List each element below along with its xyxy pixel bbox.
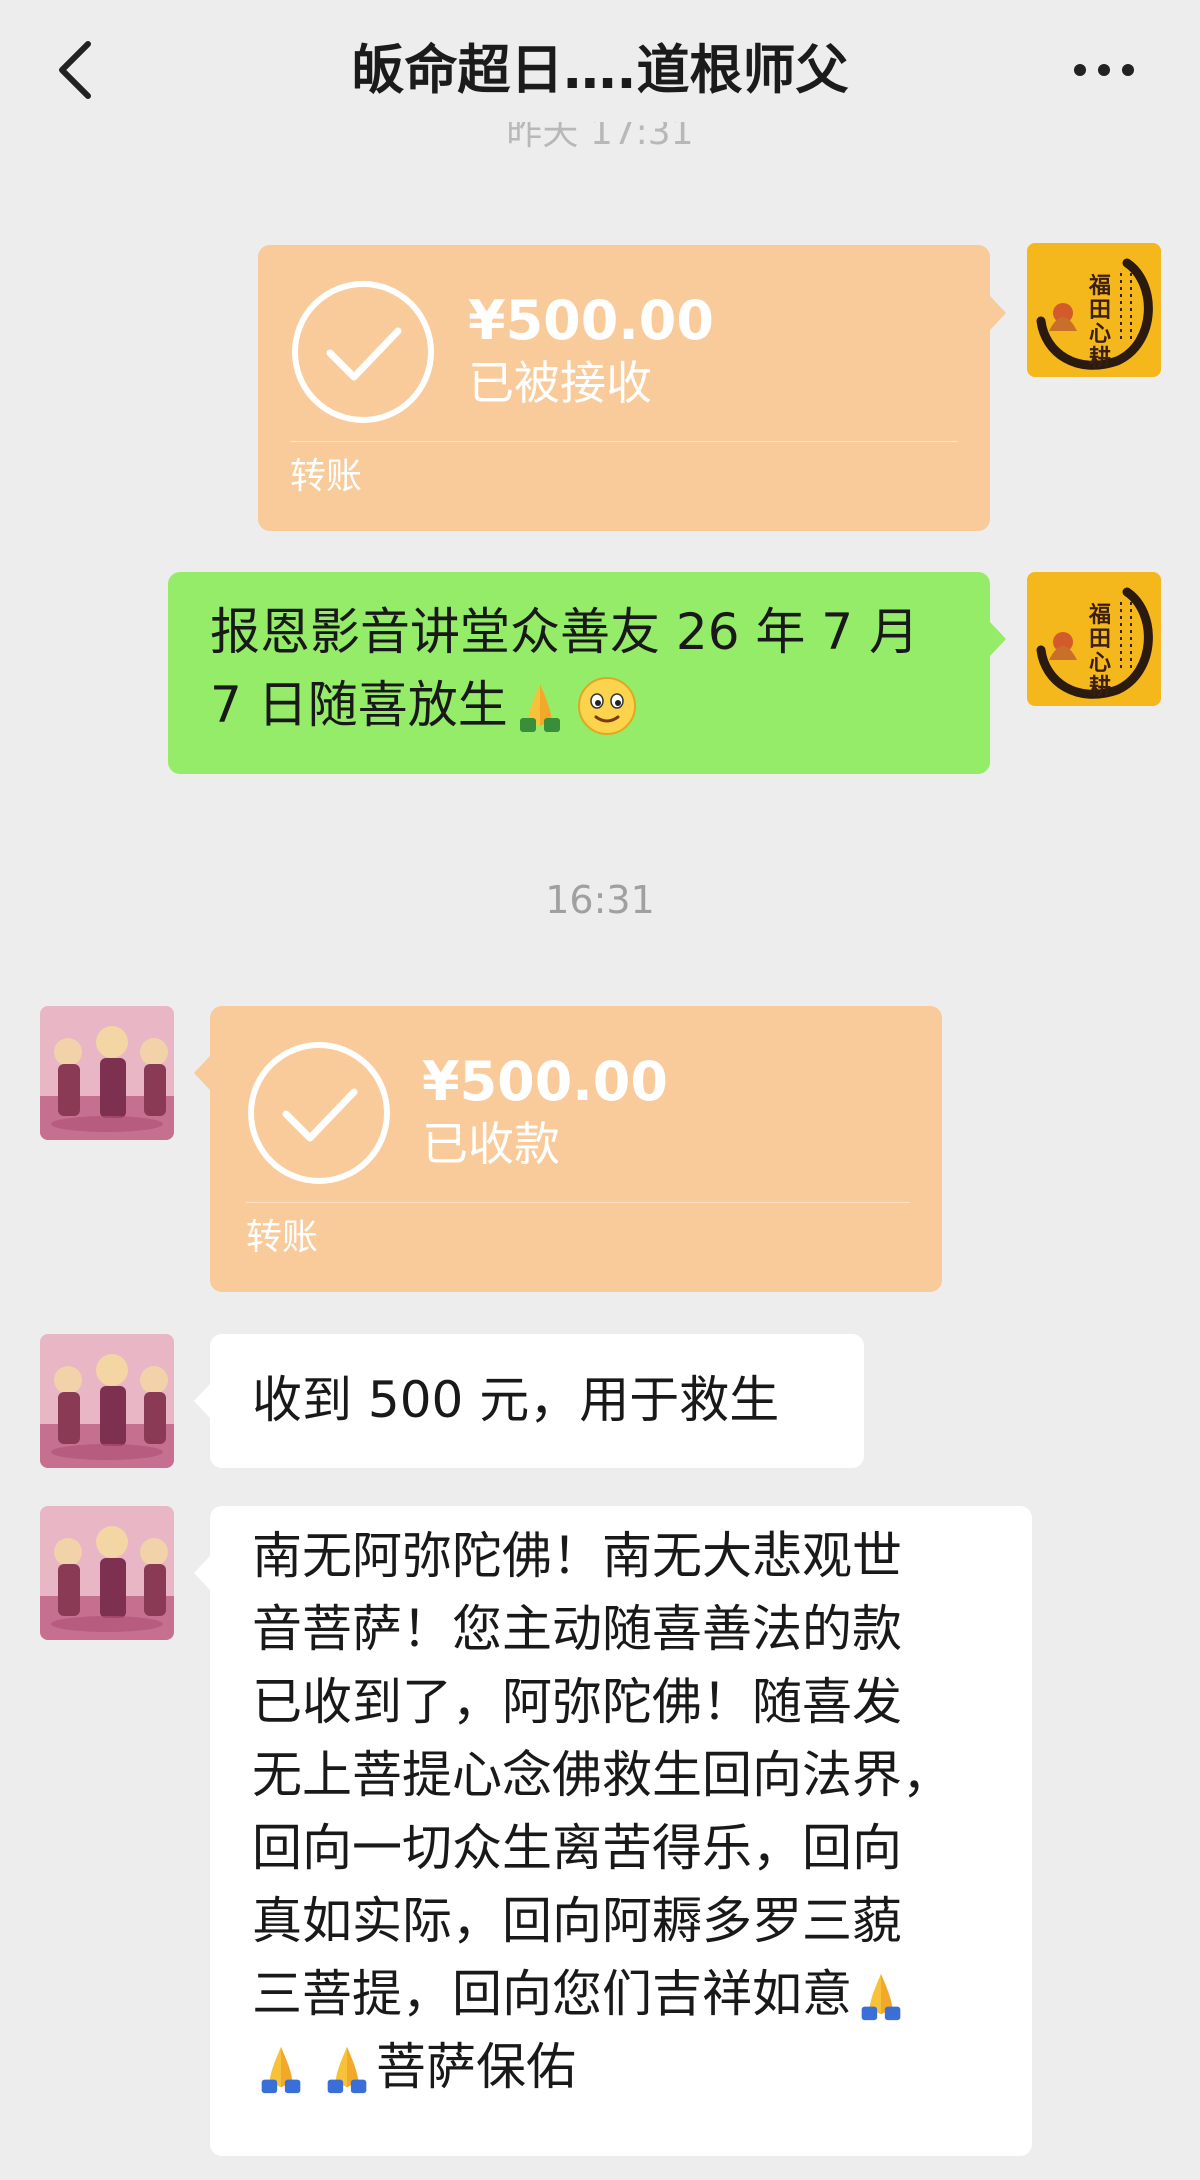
message-text-line: 7 日随喜放生 — [210, 676, 508, 734]
message-text-line: 南无阿弥陀佛！南无大悲观世 — [252, 1527, 902, 1585]
faded-timestamp: 昨天 17:31 — [506, 122, 694, 152]
folded-hands-emoji-icon — [327, 2046, 367, 2093]
navigation-bar: 皈命超日….道根师父 — [0, 0, 1200, 140]
svg-text:福: 福 — [1088, 602, 1111, 628]
transfer-amount: ¥500.00 — [422, 1050, 668, 1113]
transfer-amount: ¥500.00 — [468, 289, 714, 352]
transfer-divider — [246, 1202, 910, 1203]
transfer-card-sent[interactable]: ¥500.00 已被接收 转账 — [258, 245, 990, 531]
message-text-line: 已收到了，阿弥陀佛！随喜发 — [252, 1673, 902, 1731]
bubble-tail — [990, 622, 1006, 656]
bubble-tail — [194, 1556, 210, 1590]
calligraphy-avatar-icon: 福 田 心 耕 — [1027, 243, 1161, 377]
transfer-divider — [290, 441, 958, 442]
message-text-line: 音菩萨！您主动随喜善法的款 — [252, 1600, 902, 1658]
folded-hands-emoji-icon — [261, 2046, 301, 2093]
transfer-kind-label: 转账 — [246, 1217, 319, 1258]
message-bubble-received[interactable]: 南无阿弥陀佛！南无大悲观世 音菩萨！您主动随喜善法的款 已收到了，阿弥陀佛！随喜… — [210, 1506, 1032, 2156]
message-bubble-sent[interactable]: 报恩影音讲堂众善友 26 年 7 月 7 日随喜放生 — [168, 572, 990, 774]
transfer-status: 已被接收 — [468, 356, 652, 410]
message-text-line: 三菩提，回向您们吉祥如意 — [252, 1965, 852, 2023]
transfer-kind-label: 转账 — [290, 456, 363, 497]
transfer-status: 已收款 — [422, 1117, 560, 1171]
message-bubble-received[interactable]: 收到 500 元，用于救生 — [210, 1334, 864, 1468]
chat-timestamp: 16:31 — [545, 878, 655, 922]
svg-text:心: 心 — [1089, 650, 1111, 676]
buddha-figures-avatar-icon — [40, 1506, 174, 1640]
avatar-self[interactable]: 福 田 心 耕 — [1027, 572, 1161, 706]
transfer-card-received[interactable]: ¥500.00 已收款 转账 — [210, 1006, 942, 1292]
chat-title: 皈命超日….道根师父 — [351, 40, 849, 101]
avatar-other[interactable] — [40, 1334, 174, 1468]
chevron-left-icon[interactable] — [52, 38, 102, 102]
folded-hands-emoji-icon — [519, 683, 560, 732]
buddha-figures-avatar-icon — [40, 1006, 174, 1140]
buddha-figures-avatar-icon — [40, 1334, 174, 1468]
message-text-line: 菩萨保佑 — [376, 2038, 576, 2096]
svg-text:田: 田 — [1089, 626, 1111, 652]
svg-text:福: 福 — [1088, 273, 1111, 299]
bubble-tail — [990, 296, 1006, 330]
message-text: 收到 500 元，用于救生 — [252, 1371, 780, 1429]
message-text-line: 真如实际，回向阿耨多罗三藐 — [252, 1892, 902, 1950]
avatar-other[interactable] — [40, 1006, 174, 1140]
smiling-face-emoji-icon — [577, 676, 636, 735]
svg-text:心: 心 — [1089, 321, 1111, 347]
avatar-other[interactable] — [40, 1506, 174, 1640]
avatar-self[interactable]: 福 田 心 耕 — [1027, 243, 1161, 377]
check-circle-icon — [248, 1042, 390, 1184]
more-dots-icon[interactable] — [1072, 48, 1136, 88]
folded-hands-emoji-icon — [861, 1973, 901, 2020]
calligraphy-avatar-icon: 福 田 心 耕 — [1027, 572, 1161, 706]
svg-text:田: 田 — [1089, 297, 1111, 323]
message-text-line: 无上菩提心念佛救生回向法界， — [252, 1746, 952, 1804]
svg-text:耕: 耕 — [1089, 674, 1111, 700]
message-text-line: 报恩影音讲堂众善友 26 年 7 月 — [210, 603, 920, 661]
check-circle-icon — [292, 281, 434, 423]
bubble-tail — [194, 1384, 210, 1418]
bubble-tail — [194, 1056, 210, 1090]
message-text-line: 回向一切众生离苦得乐，回向 — [252, 1819, 902, 1877]
svg-text:耕: 耕 — [1089, 345, 1111, 371]
